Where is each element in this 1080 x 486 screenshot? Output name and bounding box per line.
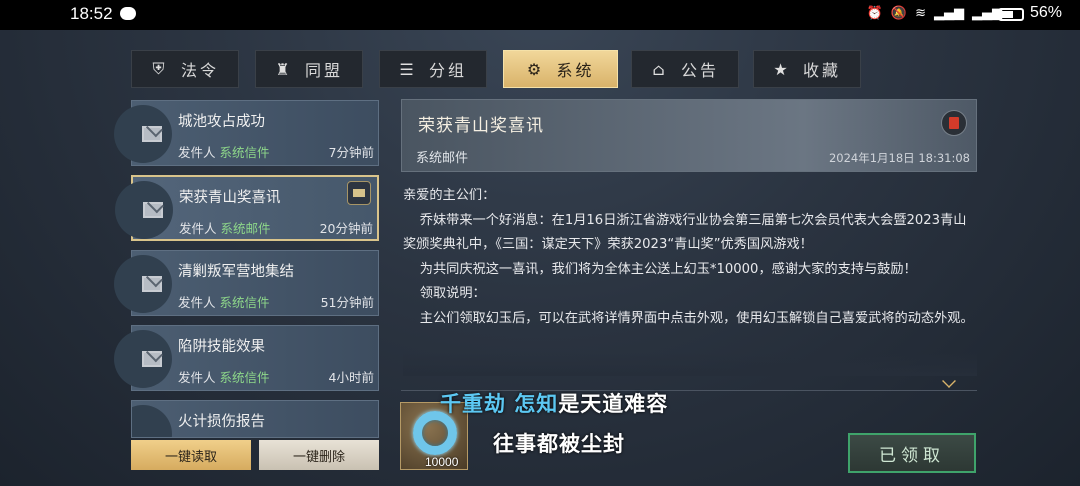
star-icon: ★ bbox=[773, 59, 791, 79]
signal-icon: ▂▄▆ bbox=[934, 6, 964, 21]
battery-icon bbox=[998, 8, 1024, 21]
mail-item[interactable]: 陷阱技能效果 发件人 系统信件 4小时前 bbox=[114, 325, 379, 391]
badge-icon: ⛨ bbox=[152, 59, 168, 78]
read-all-button[interactable]: 一键读取 bbox=[131, 440, 251, 470]
tab-label: 分组 bbox=[428, 61, 467, 80]
tab-notice[interactable]: ⌂ 公告 bbox=[631, 50, 739, 88]
claimed-button[interactable]: 已领取 bbox=[848, 433, 976, 473]
mail-time: 4小时前 bbox=[328, 370, 374, 385]
mail-time: 51分钟前 bbox=[320, 295, 374, 310]
tab-system[interactable]: ⚙ 系统 bbox=[503, 50, 618, 88]
mail-icon-bg bbox=[132, 405, 172, 437]
tab-label: 法令 bbox=[180, 61, 219, 80]
mail-item[interactable]: 城池攻占成功 发件人 系统信件 7分钟前 bbox=[114, 100, 379, 166]
tab-group[interactable]: ☰ 分组 bbox=[379, 50, 487, 88]
status-time: 18:52 bbox=[70, 4, 113, 23]
status-bar: 18:52 ⏰ 🔕 ≋ ▂▄▆ ▂▄▆ 56% bbox=[0, 0, 1080, 30]
mail-body: 亲爱的主公们： 乔妹带来一个好消息：在1月16日浙江省游戏行业协会第三届第七次会… bbox=[403, 184, 977, 374]
tab-favorites[interactable]: ★ 收藏 bbox=[753, 50, 861, 88]
mail-sender: 发件人 系统信件 bbox=[178, 145, 270, 160]
battery-percent: 56% bbox=[1030, 4, 1063, 21]
mail-title: 清剿叛军营地集结 bbox=[178, 264, 294, 280]
envelope-icon bbox=[142, 276, 162, 292]
mail-title: 火计损伤报告 bbox=[178, 414, 265, 430]
gear-icon: ⚙ bbox=[526, 59, 545, 79]
mail-title: 城池攻占成功 bbox=[178, 114, 265, 130]
detail-sender: 系统邮件 bbox=[416, 151, 469, 166]
mail-time: 20分钟前 bbox=[319, 221, 373, 236]
reward-count: 10000 bbox=[425, 455, 459, 469]
delete-all-button[interactable]: 一键删除 bbox=[259, 440, 379, 470]
body-paragraph: 领取说明： bbox=[403, 286, 486, 301]
body-paragraph: 乔妹带来一个好消息：在1月16日浙江省游戏行业协会第三届第七次会员代表大会暨20… bbox=[403, 212, 967, 253]
tab-label: 收藏 bbox=[802, 61, 841, 80]
mail-detail-header: 荣获青山奖喜讯 系统邮件 2024年1月18日 18:31:08 bbox=[401, 99, 977, 172]
subtitle-highlight: 千重劫 怎知 bbox=[440, 392, 559, 416]
wechat-icon bbox=[120, 7, 136, 20]
mail-item[interactable]: 清剿叛军营地集结 发件人 系统信件 51分钟前 bbox=[114, 250, 379, 316]
mail-title: 陷阱技能效果 bbox=[178, 339, 265, 355]
body-paragraph: 为共同庆祝这一喜讯，我们将为全体主公送上幻玉*10000，感谢大家的支持与鼓励！ bbox=[403, 261, 917, 277]
detail-date: 2024年1月18日 18:31:08 bbox=[828, 151, 970, 165]
subtitle-rest: 是天道难容 bbox=[558, 392, 669, 416]
mail-sender: 发件人 系统邮件 bbox=[179, 221, 271, 236]
alarm-icon: ⏰ bbox=[866, 6, 883, 21]
body-paragraph: 亲爱的主公们： bbox=[403, 188, 496, 203]
body-fade bbox=[403, 352, 977, 376]
mail-time: 7分钟前 bbox=[328, 145, 374, 160]
mail-title: 荣获青山奖喜讯 bbox=[179, 190, 281, 206]
subtitle-line-2: 往事都被尘封 bbox=[493, 432, 625, 456]
mute-icon: 🔕 bbox=[890, 6, 908, 21]
mail-sender: 发件人 系统信件 bbox=[178, 370, 270, 385]
trash-icon[interactable] bbox=[941, 110, 967, 136]
list-icon: ☰ bbox=[399, 59, 417, 79]
mail-item-selected[interactable]: 荣获青山奖喜讯 发件人 系统邮件 20分钟前 bbox=[115, 175, 379, 241]
wifi-icon: ≋ bbox=[915, 6, 926, 21]
body-paragraph: 主公们领取幻玉后，可以在武将详情界面中点击外观，使用幻玉解锁自己喜爱武将的动态外… bbox=[403, 310, 974, 326]
tab-label: 系统 bbox=[556, 61, 595, 80]
tab-label: 公告 bbox=[680, 61, 719, 80]
tab-decree[interactable]: ⛨ 法令 bbox=[131, 50, 239, 88]
status-icons: ⏰ 🔕 ≋ ▂▄▆ ▂▄▆ bbox=[867, 6, 1002, 21]
mail-item[interactable]: 火计损伤报告 bbox=[131, 400, 379, 438]
detail-title: 荣获青山奖喜讯 bbox=[418, 116, 544, 136]
tab-label: 同盟 bbox=[304, 61, 343, 80]
attachment-icon bbox=[347, 181, 371, 205]
mail-sender: 发件人 系统信件 bbox=[178, 295, 270, 310]
envelope-icon bbox=[142, 126, 162, 142]
envelope-icon bbox=[142, 351, 162, 367]
tab-alliance[interactable]: ♜ 同盟 bbox=[255, 50, 363, 88]
subtitle-line-1: 千重劫 怎知是天道难容 bbox=[440, 388, 668, 418]
notice-icon: ⌂ bbox=[652, 59, 668, 79]
alliance-icon: ♜ bbox=[275, 59, 293, 79]
chevron-down-icon[interactable] bbox=[942, 374, 956, 388]
envelope-icon bbox=[143, 202, 163, 218]
